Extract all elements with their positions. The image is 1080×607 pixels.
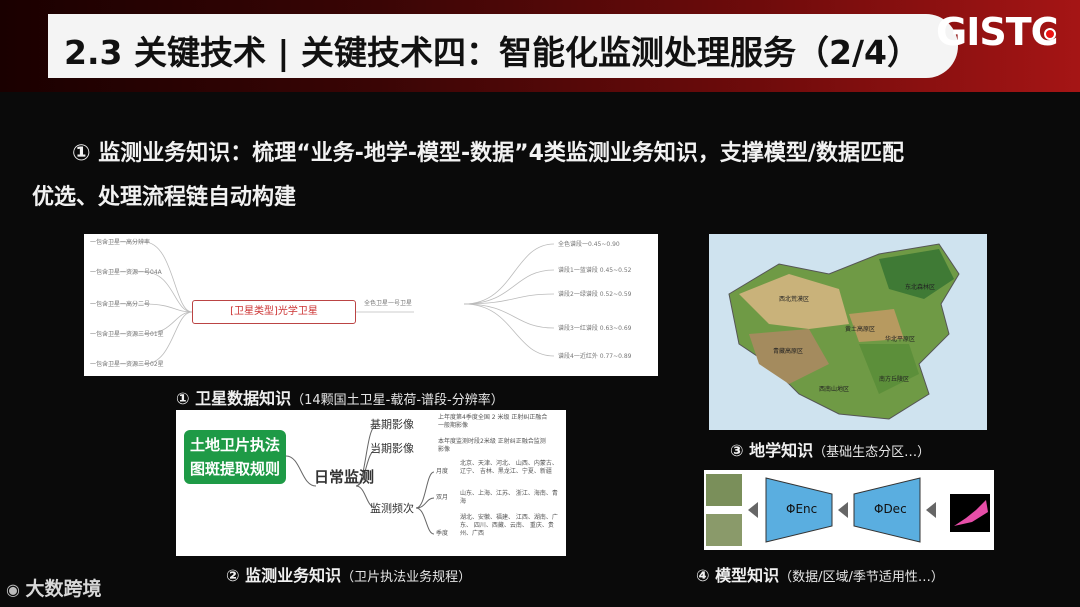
encoder-label: ΦEnc: [786, 502, 818, 516]
map-label-7: 西南山地区: [819, 386, 850, 393]
logo-dot-icon: [1044, 28, 1056, 40]
subtitle-line1: ① 监测业务知识：梳理“业务-地学-模型-数据”4类监测业务知识，支撑模型/数据…: [72, 141, 904, 166]
rules-title-box: 土地卫片执法图斑提取规则: [184, 430, 286, 484]
rules-root-node: 日常监测: [314, 468, 375, 486]
sat-branch: 全色卫星一号卫星: [364, 300, 413, 307]
brand-icon: ◉: [6, 580, 26, 599]
sat-right-2: 谱段1一蓝谱段 0.45~0.52: [558, 267, 632, 274]
sat-leaf-2: 一包含卫星一资源一号04A: [90, 269, 162, 276]
sat-right-5: 谱段4一近红外 0.77~0.89: [558, 353, 632, 360]
sat-leaf-1: 一包含卫星一高分辨率: [90, 239, 151, 246]
subtitle: ① 监测业务知识：梳理“业务-地学-模型-数据”4类监测业务知识，支撑模型/数据…: [32, 132, 1062, 220]
header-banner: 2.3 关键技术 | 关键技术四：智能化监测处理服务（2/4） GISTC: [0, 0, 1080, 92]
rules-node-current: 当期影像: [370, 442, 414, 455]
sat-leaf-4: 一包含卫星一资源三号01星: [90, 331, 164, 338]
model-diagram: [706, 474, 990, 546]
rules-freq-quarterly: 季度: [436, 530, 449, 537]
caption-rules-main: ② 监测业务知识: [226, 566, 342, 585]
rules-node-frequency: 监测频次: [370, 502, 414, 515]
sat-right-1: 全色谱段一0.45~0.90: [558, 241, 620, 248]
sat-center-node: [卫星类型]光学卫星: [192, 300, 356, 324]
decoder-label: ΦDec: [874, 502, 907, 516]
caption-model-main: ④ 模型知识: [696, 566, 780, 585]
rules-freq-monthly: 月度: [436, 468, 449, 475]
sat-right-4: 谱段3一红谱段 0.63~0.69: [558, 325, 632, 332]
caption-geo-note: （基础生态分区…）: [813, 445, 931, 460]
subtitle-line2: 优选、处理流程链自动构建: [32, 185, 297, 210]
caption-model-note: （数据/区域/季节适用性…）: [779, 570, 944, 585]
map-label-3: 青藏高原区: [773, 348, 804, 355]
caption-rules-note: （卫片执法业务规程）: [341, 570, 472, 585]
brand-text: 大数跨境: [25, 578, 102, 600]
caption-satellite-note: （14颗国土卫星-载荷-谱段-分辨率）: [291, 393, 504, 408]
sat-right-3: 谱段2一绿谱段 0.52~0.59: [558, 291, 632, 298]
caption-satellite-main: ① 卫星数据知识: [176, 389, 292, 408]
rules-node-base: 基期影像: [370, 418, 414, 431]
gistc-logo: GISTC: [936, 10, 1059, 54]
rules-freq-bimonthly: 双月: [436, 494, 449, 501]
geo-zone-map-image: 西北荒漠区 东北森林区 青藏高原区 黄土高原区 华北平原区 南方丘陵区 西南山地…: [709, 234, 987, 430]
sat-leaf-3: 一包含卫星一高分二号: [90, 301, 151, 308]
model-knowledge-image: ΦEnc ΦDec: [704, 470, 994, 550]
sat-leaf-5: 一包含卫星一资源三号02星: [90, 361, 164, 368]
caption-rules: ② 监测业务知识（卫片执法业务规程）: [226, 562, 471, 586]
caption-model: ④ 模型知识（数据/区域/季节适用性…）: [696, 562, 944, 586]
brand-watermark: ◉ 大数跨境: [6, 574, 102, 601]
rules-quarterly-provinces: 湖北、安徽、福建、 江西、湖南、广东、 四川、西藏、云南、 重庆、贵州、广西: [460, 514, 558, 537]
map-label-5: 华北平原区: [885, 336, 916, 343]
caption-satellite: ① 卫星数据知识（14颗国土卫星-载荷-谱段-分辨率）: [176, 385, 504, 409]
monitoring-rules-image: 土地卫片执法图斑提取规则 日常监测 基期影像 当期影像 监测频次 上年度第4季度…: [176, 410, 566, 556]
rules-bimonthly-provinces: 山东、上海、江苏、 浙江、海南、青海: [460, 490, 558, 505]
satellite-knowledge-image: 一包含卫星一高分辨率 一包含卫星一资源一号04A 一包含卫星一高分二号 一包含卫…: [84, 234, 658, 376]
map-label-1: 西北荒漠区: [779, 296, 810, 303]
map-label-4: 黄土高原区: [845, 326, 876, 333]
caption-geo-main: ③ 地学知识: [730, 441, 814, 460]
map-label-2: 东北森林区: [905, 284, 936, 291]
page-title: 2.3 关键技术 | 关键技术四：智能化监测处理服务（2/4）: [64, 33, 920, 72]
rules-monthly-provinces: 北京、天津、河北、 山西、内蒙古、辽宁、 吉林、黑龙江、宁夏、新疆: [460, 460, 558, 475]
rules-base-note: 上年度第4季度全国 2 米级 正射纠正融合一般期影像: [438, 414, 548, 429]
caption-geo: ③ 地学知识（基础生态分区…）: [730, 437, 930, 461]
map-label-6: 南方丘陵区: [879, 376, 910, 383]
rules-current-note: 本年度监测时段2米级 正射纠正融合监测影像: [438, 438, 546, 453]
